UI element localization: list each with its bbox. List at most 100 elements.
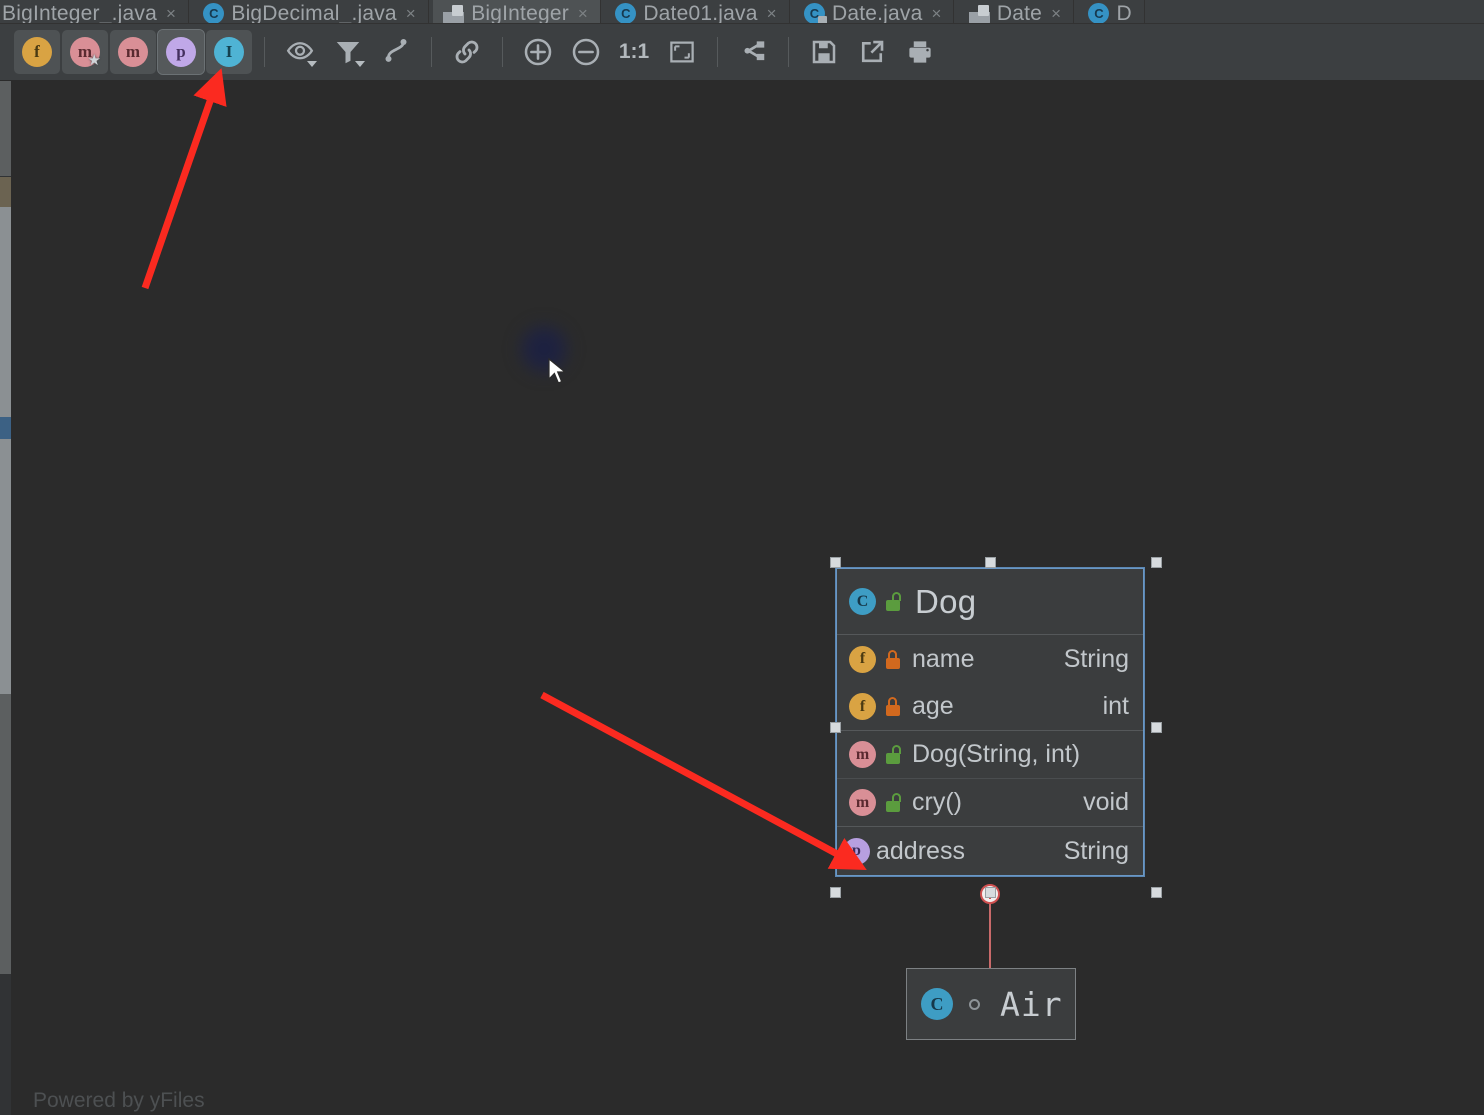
printer-icon — [909, 41, 931, 63]
toolbar-separator — [502, 37, 503, 67]
visibility-level-button[interactable] — [277, 30, 323, 74]
editor-tab-label: Date01.java — [643, 2, 758, 24]
show-methods-toggle[interactable]: m — [110, 30, 156, 74]
diagram-toolbar: f m ★ m p I 1:1 — [0, 24, 1484, 81]
editor-tab[interactable]: Date.java × — [794, 0, 955, 23]
gutter-segment-warning — [0, 177, 11, 207]
close-icon[interactable]: × — [1051, 4, 1061, 23]
unlocked-padlock-icon — [885, 793, 901, 812]
field-icon: f — [849, 645, 876, 673]
editor-gutter-strip[interactable] — [0, 81, 11, 1115]
link-icon — [455, 40, 479, 64]
resize-handle-e[interactable] — [1151, 722, 1162, 733]
toolbar-separator — [717, 37, 718, 67]
locked-padlock-icon — [885, 649, 901, 669]
chevron-down-icon — [355, 61, 365, 67]
show-inner-classes-toggle[interactable]: I — [206, 30, 252, 74]
show-methods-star-toggle[interactable]: m ★ — [62, 30, 108, 74]
actual-size-button[interactable]: 1:1 — [611, 30, 657, 74]
uml-member-name: age — [912, 692, 954, 720]
export-icon — [861, 40, 884, 63]
editor-tab-label: BigInteger — [471, 2, 569, 24]
locked-padlock-icon — [885, 697, 901, 716]
uml-member-row[interactable]: m cry() void — [837, 779, 1143, 827]
resize-handle-s[interactable] — [985, 887, 996, 898]
editor-tab-label: BigDecimal_.java — [231, 2, 397, 24]
uml-class-node-dog[interactable]: C Dog f name String f age int m Dog(Stri… — [835, 567, 1145, 877]
uml-member-row[interactable]: f name String — [837, 635, 1143, 683]
fit-content-button[interactable] — [659, 30, 705, 74]
yfiles-watermark: Powered by yFiles — [33, 1089, 205, 1112]
editor-tab[interactable]: D — [1078, 0, 1145, 23]
idea-uml-diagram-window: BigInteger_.java × BigDecimal_.java × Bi… — [0, 0, 1484, 1115]
uml-member-name: address — [876, 836, 965, 865]
close-icon[interactable]: × — [578, 4, 588, 23]
uml-class-node-air[interactable]: C Air — [906, 968, 1076, 1040]
show-fields-toggle[interactable]: f — [14, 30, 60, 74]
editor-tab[interactable]: BigDecimal_.java × — [193, 0, 429, 24]
uml-class-name: Air — [1000, 984, 1063, 1024]
save-diagram-button[interactable] — [801, 30, 847, 74]
fit-content-icon — [670, 41, 694, 63]
method-icon: m — [849, 741, 876, 768]
close-icon[interactable]: × — [166, 4, 176, 23]
uml-diagram-icon — [968, 3, 990, 23]
editor-tab-label: BigInteger_.java — [2, 2, 157, 24]
editor-tab-strip[interactable]: BigInteger_.java × BigDecimal_.java × Bi… — [0, 0, 1484, 24]
gutter-segment — [0, 439, 11, 694]
uml-member-name: name — [912, 644, 975, 673]
toolbar-separator — [788, 37, 789, 67]
inner-class-icon: I — [214, 37, 244, 67]
uml-member-type: void — [1083, 788, 1129, 816]
editor-tab[interactable]: BigInteger_.java × — [0, 0, 189, 24]
zoom-in-button[interactable] — [515, 30, 561, 74]
hierarchy-icon — [744, 41, 765, 61]
apply-layout-button[interactable] — [730, 30, 776, 74]
uml-member-row[interactable]: m Dog(String, int) — [837, 731, 1143, 779]
field-icon: f — [849, 693, 876, 720]
uml-member-row[interactable]: f age int — [837, 683, 1143, 731]
zoom-ratio-label: 1:1 — [618, 40, 650, 63]
mouse-cursor — [548, 358, 567, 384]
toolbar-separator — [264, 37, 265, 67]
property-icon: p — [843, 837, 870, 865]
star-icon: ★ — [87, 52, 101, 69]
close-icon[interactable]: × — [767, 4, 777, 23]
gutter-segment — [0, 81, 11, 176]
resize-handle-n[interactable] — [985, 557, 996, 568]
java-class-icon — [615, 3, 637, 23]
uml-class-header[interactable]: C Dog — [837, 569, 1143, 635]
diagram-canvas[interactable]: C Dog f name String f age int m Dog(Stri… — [11, 81, 1484, 1115]
field-icon: f — [22, 37, 52, 67]
close-icon[interactable]: × — [406, 4, 416, 23]
uml-member-type: String — [1063, 644, 1129, 673]
resize-handle-se[interactable] — [1151, 887, 1162, 898]
close-icon[interactable]: × — [932, 4, 942, 23]
edge-mode-button[interactable] — [373, 30, 419, 74]
method-icon: m — [118, 37, 148, 67]
uml-member-name: Dog(String, int) — [912, 740, 1081, 768]
uml-member-name: cry() — [912, 788, 962, 816]
uml-member-type: int — [1102, 692, 1129, 720]
circle-outline-icon — [969, 998, 980, 1010]
toolbar-separator — [431, 37, 432, 67]
resize-handle-nw[interactable] — [830, 557, 841, 568]
show-properties-toggle[interactable]: p — [157, 29, 205, 75]
editor-tab[interactable]: Date01.java × — [605, 0, 790, 24]
filter-button[interactable] — [325, 30, 371, 74]
resize-handle-w[interactable] — [830, 722, 841, 733]
uml-member-type: String — [1063, 836, 1129, 865]
zoom-out-button[interactable] — [563, 30, 609, 74]
uml-member-row-address[interactable]: p address String — [837, 827, 1143, 875]
export-diagram-button[interactable] — [849, 30, 895, 74]
editor-tab-label: Date — [996, 2, 1043, 24]
resize-handle-sw[interactable] — [830, 887, 841, 898]
gutter-segment — [0, 207, 11, 417]
print-diagram-button[interactable] — [897, 30, 943, 74]
editor-tab[interactable]: Date × — [959, 0, 1075, 24]
gutter-marker[interactable] — [0, 417, 11, 439]
resize-handle-ne[interactable] — [1151, 557, 1162, 568]
editor-tab-active[interactable]: BigInteger × — [433, 0, 601, 24]
curve-icon — [385, 39, 407, 62]
show-dependencies-button[interactable] — [444, 30, 490, 74]
